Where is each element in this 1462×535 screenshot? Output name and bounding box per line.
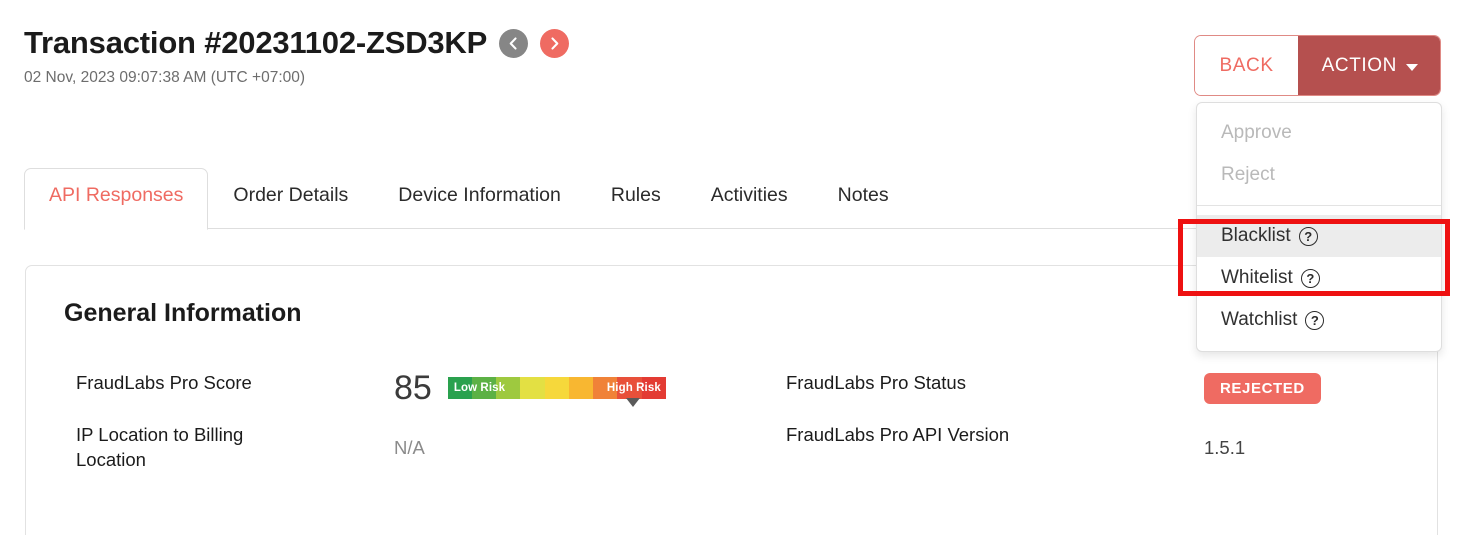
tab-rules[interactable]: Rules bbox=[586, 168, 686, 224]
menu-item-whitelist[interactable]: Whitelist? bbox=[1197, 257, 1441, 299]
page-header: Transaction #20231102-ZSD3KP 02 Nov, 202… bbox=[24, 25, 570, 87]
risk-gauge-band-3 bbox=[520, 377, 545, 399]
value-ip-location-to-billing-location: N/A bbox=[394, 436, 425, 458]
help-circle-icon[interactable]: ? bbox=[1298, 226, 1318, 246]
prev-transaction-button[interactable] bbox=[499, 28, 529, 58]
score-number: 85 bbox=[394, 369, 432, 407]
risk-gauge-pointer bbox=[626, 398, 641, 407]
risk-gauge-low-label: Low Risk bbox=[453, 382, 506, 394]
risk-gauge-high-label: High Risk bbox=[606, 382, 661, 394]
menu-item-label: Whitelist bbox=[1221, 267, 1293, 288]
menu-divider bbox=[1197, 205, 1441, 206]
caret-down-icon bbox=[1406, 63, 1418, 71]
menu-item-label: Reject bbox=[1221, 164, 1275, 185]
value-fraudlabs-pro-score: 85 Low Risk High Risk bbox=[394, 362, 774, 414]
tab-order-details[interactable]: Order Details bbox=[208, 168, 373, 224]
chevron-right-icon bbox=[547, 36, 562, 51]
action-dropdown-menu[interactable]: Approve Reject Blacklist? Whitelist? Watchli… bbox=[1196, 102, 1442, 352]
menu-item-approve: Approve bbox=[1197, 112, 1441, 154]
transaction-detail-page: Transaction #20231102-ZSD3KP 02 Nov, 202… bbox=[0, 0, 1462, 535]
back-button[interactable]: BACK bbox=[1195, 36, 1298, 95]
menu-item-label: Blacklist bbox=[1221, 225, 1291, 246]
menu-item-watchlist[interactable]: Watchlist? bbox=[1197, 299, 1441, 341]
status-badge: REJECTED bbox=[1204, 372, 1321, 404]
header-button-group: BACK ACTION bbox=[1195, 36, 1440, 95]
action-dropdown-button[interactable]: ACTION bbox=[1297, 36, 1440, 95]
risk-gauge: Low Risk High Risk bbox=[447, 377, 666, 407]
general-information-grid: FraudLabs Pro Score 85 Low Risk High Ris… bbox=[64, 362, 1399, 482]
menu-item-label: Watchlist bbox=[1221, 309, 1298, 330]
transaction-timestamp: 02 Nov, 2023 09:07:38 AM (UTC +07:00) bbox=[24, 69, 306, 87]
value-fraudlabs-pro-status: REJECTED bbox=[1204, 362, 1399, 414]
tab-api-responses[interactable]: API Responses bbox=[24, 168, 209, 230]
action-button-label: ACTION bbox=[1321, 54, 1397, 76]
tab-activities[interactable]: Activities bbox=[686, 168, 813, 224]
label-fraudlabs-pro-api-version: FraudLabs Pro API Version bbox=[786, 424, 1010, 445]
menu-item-reject: Reject bbox=[1197, 154, 1441, 196]
menu-item-label: Approve bbox=[1221, 122, 1292, 143]
help-circle-icon[interactable]: ? bbox=[1300, 268, 1320, 288]
label-fraudlabs-pro-status: FraudLabs Pro Status bbox=[786, 372, 966, 393]
tab-notes[interactable]: Notes bbox=[813, 168, 914, 224]
risk-gauge-band-4 bbox=[544, 377, 569, 399]
help-circle-icon[interactable]: ? bbox=[1305, 310, 1325, 330]
title-row: Transaction #20231102-ZSD3KP bbox=[24, 25, 570, 60]
menu-item-blacklist[interactable]: Blacklist? bbox=[1197, 215, 1441, 257]
tab-device-information[interactable]: Device Information bbox=[373, 168, 586, 224]
next-transaction-button[interactable] bbox=[540, 28, 570, 58]
chevron-left-icon bbox=[506, 36, 521, 51]
value-fraudlabs-pro-api-version: 1.5.1 bbox=[1204, 436, 1246, 458]
page-title: Transaction #20231102-ZSD3KP bbox=[24, 25, 488, 60]
label-fraudlabs-pro-score: FraudLabs Pro Score bbox=[76, 372, 252, 393]
risk-gauge-band-5 bbox=[568, 377, 594, 399]
label-ip-location-to-billing-location: IP Location to Billing Location bbox=[76, 424, 244, 470]
